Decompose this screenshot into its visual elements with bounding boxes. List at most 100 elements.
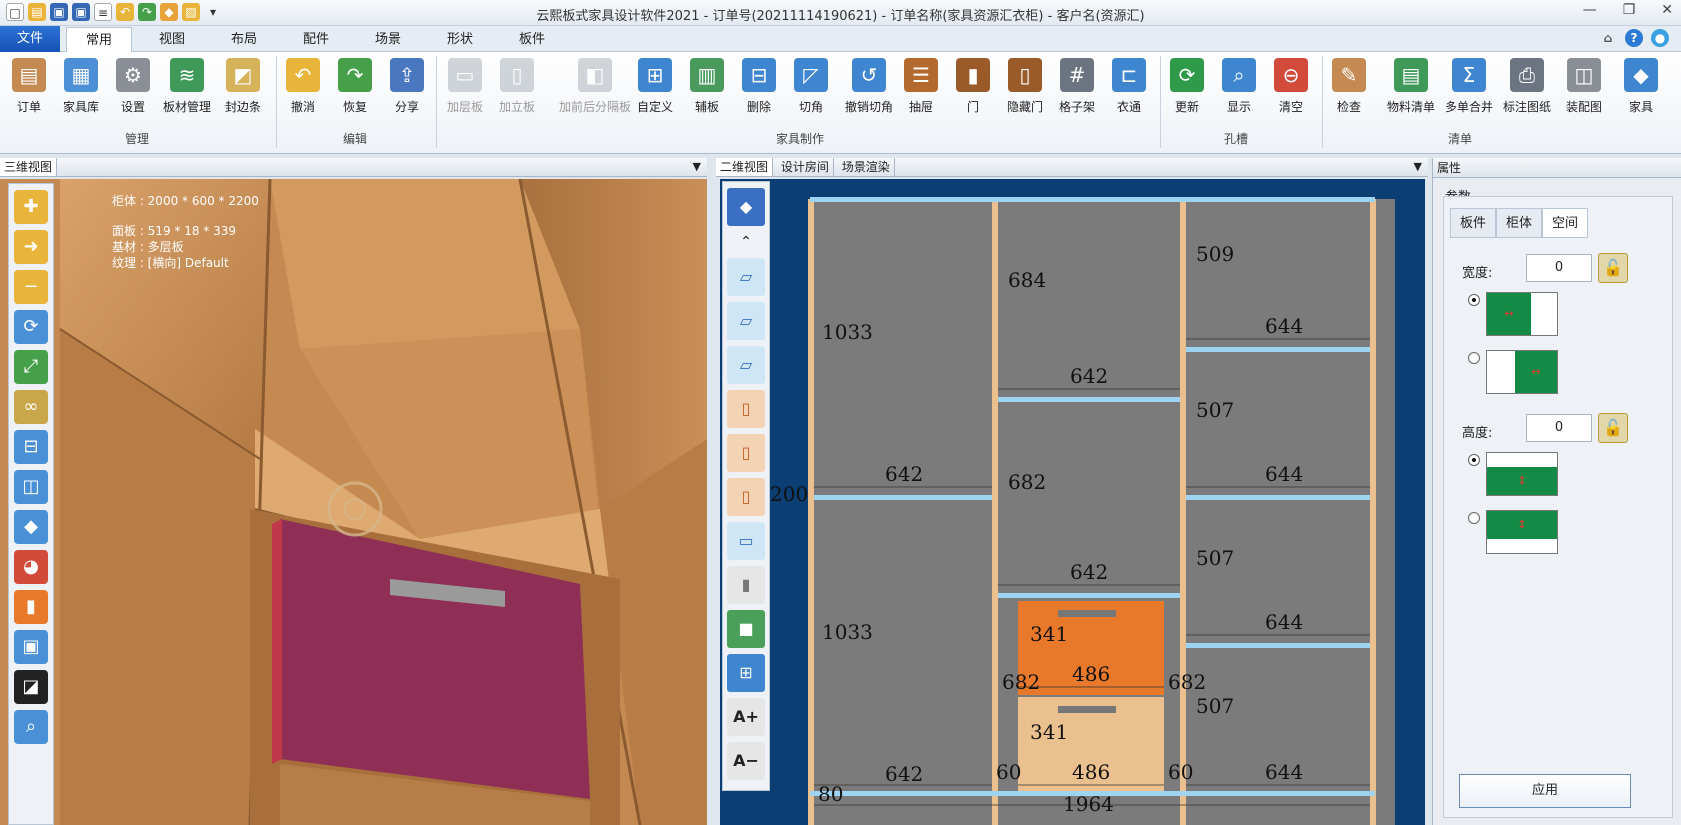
dim-total-height: 200 bbox=[770, 482, 808, 506]
restore-icon[interactable]: ❐ bbox=[1623, 2, 1636, 18]
width-arrows-icon-2: ↔ bbox=[1515, 351, 1557, 393]
merge-orders-button[interactable]: Σ 多单合并 bbox=[1436, 58, 1502, 120]
rotate-icon[interactable]: ⟳ bbox=[14, 310, 48, 344]
tab-file[interactable]: 文件 bbox=[0, 26, 60, 52]
width-align-right-radio[interactable] bbox=[1468, 352, 1480, 364]
zoom-icon[interactable]: ⌕ bbox=[14, 710, 48, 744]
add-part-icon[interactable]: ✚ bbox=[14, 190, 48, 224]
show-holes-button[interactable]: ⌕ 显示 bbox=[1210, 58, 1268, 120]
params-box bbox=[1443, 196, 1673, 818]
contrast-icon[interactable]: ◪ bbox=[14, 670, 48, 704]
bar-chart-icon[interactable]: ▮ bbox=[14, 590, 48, 624]
view2d-canvas[interactable]: 684 509 1033 642 1033 642 642 682 642 34… bbox=[720, 179, 1425, 825]
redo-button[interactable]: ↷ 恢复 bbox=[326, 58, 384, 120]
tab-layout[interactable]: 布局 bbox=[212, 27, 276, 52]
tab-view[interactable]: 视图 bbox=[140, 27, 204, 52]
tab-panel[interactable]: 板件 bbox=[500, 27, 564, 52]
tab-props-cabinet[interactable]: 柜体 bbox=[1496, 208, 1542, 238]
font-larger-icon[interactable]: A+ bbox=[727, 698, 765, 736]
tab-common[interactable]: 常用 bbox=[66, 27, 132, 52]
view3d-menu-icon[interactable]: ▼ bbox=[693, 158, 701, 176]
assembly-drawing-button[interactable]: ◫ 装配图 bbox=[1554, 58, 1614, 120]
tab-scene-render[interactable]: 场景渲染 bbox=[838, 158, 895, 176]
panel-flat-icon[interactable]: ▭ bbox=[727, 522, 765, 560]
cubes-icon[interactable]: ◆ bbox=[14, 510, 48, 544]
height-input[interactable]: 0 bbox=[1526, 414, 1592, 442]
tab-2d-view[interactable]: 二维视图 bbox=[716, 158, 774, 176]
view2d-menu-icon[interactable]: ▼ bbox=[1414, 158, 1422, 176]
panel-upright-icon[interactable]: ▮ bbox=[727, 566, 765, 604]
width-align-left-option[interactable]: ↔ bbox=[1486, 292, 1558, 336]
add-upright-button[interactable]: ▯ 加立板 bbox=[488, 58, 546, 120]
add-panel-icon[interactable]: ⊞ bbox=[727, 654, 765, 692]
move-part-icon[interactable]: ➜ bbox=[14, 230, 48, 264]
width-align-right-option[interactable]: ↔ bbox=[1486, 350, 1558, 394]
view-left-icon[interactable]: ▯ bbox=[727, 390, 765, 428]
font-smaller-icon[interactable]: A− bbox=[727, 742, 765, 780]
tab-scene[interactable]: 场景 bbox=[356, 27, 420, 52]
height-align-bottom-radio[interactable] bbox=[1468, 454, 1480, 466]
tab-accessories[interactable]: 配件 bbox=[284, 27, 348, 52]
camera-icon[interactable]: ▣ bbox=[14, 630, 48, 664]
dim-total-width: 1964 bbox=[1063, 792, 1114, 816]
chamfer-button[interactable]: ◸ 切角 bbox=[782, 58, 840, 120]
panel-remove-icon[interactable]: ⊟ bbox=[14, 430, 48, 464]
collapse-up-icon[interactable]: ⌃ bbox=[727, 232, 765, 252]
drawer-button[interactable]: ☰ 抽屉 bbox=[892, 58, 950, 120]
view3d-title[interactable]: 三维视图 bbox=[0, 158, 58, 176]
height-lock-icon[interactable]: 🔓 bbox=[1598, 413, 1628, 443]
view-middle-icon[interactable]: ▱ bbox=[727, 302, 765, 340]
height-align-bottom-option[interactable]: ↕ bbox=[1486, 452, 1558, 496]
green-box-icon[interactable]: ■ bbox=[727, 610, 765, 648]
view-top-icon[interactable]: ▱ bbox=[727, 258, 765, 296]
material-list-button[interactable]: ▤ 物料清单 bbox=[1378, 58, 1444, 120]
view-bottom-icon[interactable]: ▱ bbox=[727, 346, 765, 384]
apply-button[interactable]: 应用 bbox=[1459, 774, 1631, 808]
update-holes-button[interactable]: ⟳ 更新 bbox=[1158, 58, 1216, 120]
pie-chart-icon[interactable]: ◕ bbox=[14, 550, 48, 584]
view3d-toolbar: ✚ ➜ − ⟳ ⤢ ∞ ⊟ ◫ ◆ ◕ ▮ ▣ ◪ ⌕ bbox=[8, 183, 54, 825]
clothes-rail-button[interactable]: ⊏ 衣通 bbox=[1100, 58, 1158, 120]
door-button[interactable]: ▮ 门 bbox=[944, 58, 1002, 120]
clear-holes-button[interactable]: ⊖ 清空 bbox=[1262, 58, 1320, 120]
check-button[interactable]: ✎ 检查 bbox=[1320, 58, 1378, 120]
tab-design-room[interactable]: 设计房间 bbox=[777, 158, 834, 176]
hidden-door-button[interactable]: ▯ 隐藏门 bbox=[996, 58, 1054, 120]
cube-view-icon[interactable]: ◆ bbox=[727, 188, 765, 226]
chat-icon[interactable]: ● bbox=[1651, 29, 1669, 47]
tab-props-space[interactable]: 空间 bbox=[1542, 208, 1588, 238]
height-align-top-option[interactable]: ↕ bbox=[1486, 510, 1558, 554]
auxiliary-board-button[interactable]: ▥ 辅板 bbox=[678, 58, 736, 120]
binoculars-icon[interactable]: ∞ bbox=[14, 390, 48, 424]
order-button[interactable]: ▤ 订单 bbox=[0, 58, 58, 120]
remove-part-icon[interactable]: − bbox=[14, 270, 48, 304]
collapse-ribbon-icon[interactable]: ⌂ bbox=[1599, 29, 1617, 47]
board-management-button[interactable]: ≋ 板材管理 bbox=[158, 58, 216, 120]
settings-button[interactable]: ⚙ 设置 bbox=[104, 58, 162, 120]
help-icon[interactable]: ? bbox=[1625, 29, 1643, 47]
view-center-icon[interactable]: ▯ bbox=[727, 434, 765, 472]
width-align-left-radio[interactable] bbox=[1468, 294, 1480, 306]
edge-banding-button[interactable]: ◩ 封边条 bbox=[214, 58, 272, 120]
tab-props-panel[interactable]: 板件 bbox=[1450, 208, 1496, 238]
tab-shape[interactable]: 形状 bbox=[428, 27, 492, 52]
view-right-icon[interactable]: ▯ bbox=[727, 478, 765, 516]
minimize-icon[interactable]: — bbox=[1583, 2, 1597, 18]
delete-button[interactable]: ⊟ 删除 bbox=[730, 58, 788, 120]
panel-view-icon[interactable]: ◫ bbox=[14, 470, 48, 504]
width-lock-icon[interactable]: 🔓 bbox=[1598, 253, 1628, 283]
view3d-canvas[interactable] bbox=[0, 179, 707, 825]
width-input[interactable]: 0 bbox=[1526, 254, 1592, 282]
furniture-library-button[interactable]: ▦ 家具库 bbox=[52, 58, 110, 120]
share-button[interactable]: ⇪ 分享 bbox=[378, 58, 436, 120]
custom-panel-icon: ⊞ bbox=[638, 58, 672, 92]
undo-button[interactable]: ↶ 撤消 bbox=[274, 58, 332, 120]
grid-rack-button[interactable]: # 格子架 bbox=[1048, 58, 1106, 120]
close-icon[interactable]: ✕ bbox=[1661, 2, 1673, 18]
custom-button[interactable]: ⊞ 自定义 bbox=[626, 58, 684, 120]
expand-icon[interactable]: ⤢ bbox=[14, 350, 48, 384]
annotate-drawing-button[interactable]: ⎙ 标注图纸 bbox=[1494, 58, 1560, 120]
height-align-top-radio[interactable] bbox=[1468, 512, 1480, 524]
add-shelf-button[interactable]: ▭ 加层板 bbox=[436, 58, 494, 120]
furniture-button[interactable]: ◆ 家具 bbox=[1614, 58, 1668, 120]
